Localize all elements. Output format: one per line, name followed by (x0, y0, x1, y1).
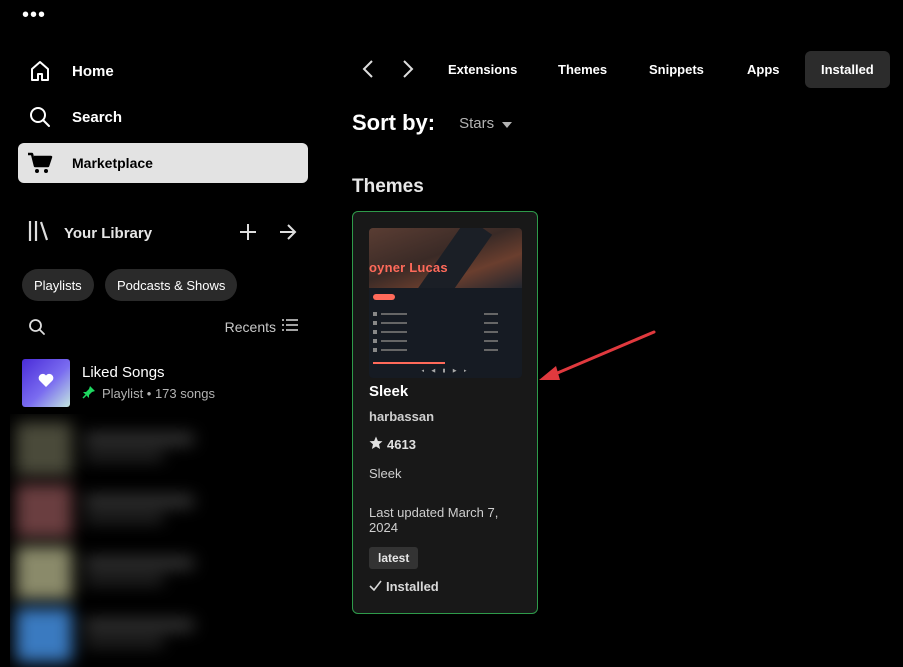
marketplace-topbar: Extensions Themes Snippets Apps Installe… (352, 51, 897, 88)
check-icon (369, 579, 382, 594)
liked-songs-meta: Playlist • 173 songs (102, 386, 215, 401)
your-library-header[interactable]: Your Library (26, 216, 306, 250)
theme-installed-status: Installed (369, 579, 439, 594)
your-library-label: Your Library (64, 224, 153, 242)
installed-label: Installed (386, 579, 439, 594)
tab-installed[interactable]: Installed (805, 51, 890, 88)
theme-stars: 4613 (369, 436, 416, 453)
tab-apps[interactable]: Apps (731, 51, 796, 88)
home-icon (18, 59, 62, 83)
tab-themes[interactable]: Themes (542, 51, 623, 88)
library-search-icon[interactable] (28, 318, 46, 341)
theme-description: Sleek (369, 466, 402, 481)
sidebar: Home Search Marketplace Your Library Pla… (0, 0, 326, 667)
sort-control: Sort by: Stars (352, 110, 513, 136)
nav-home[interactable]: Home (18, 51, 308, 91)
liked-songs-art (22, 359, 70, 407)
cart-icon (18, 151, 62, 175)
filter-playlists[interactable]: Playlists (22, 269, 94, 301)
theme-thumbnail: oyner Lucas ◂ ◀ ▮ ▶ ▸ (369, 228, 522, 378)
list-item[interactable] (10, 418, 220, 480)
theme-author: harbassan (369, 409, 435, 424)
nav-search[interactable]: Search (18, 97, 308, 137)
nav-marketplace-label: Marketplace (72, 155, 153, 171)
sort-value: Stars (459, 114, 495, 132)
arrow-right-icon[interactable] (278, 222, 298, 247)
star-icon (369, 436, 383, 453)
liked-songs-title: Liked Songs (82, 364, 165, 381)
sort-dropdown[interactable]: Stars (459, 114, 513, 132)
search-icon (18, 105, 62, 129)
sort-label: Sort by: (352, 110, 436, 135)
pin-icon (82, 385, 96, 402)
forward-chevron-icon[interactable] (398, 59, 418, 79)
plus-icon[interactable] (238, 222, 258, 247)
blurred-library-items (10, 414, 220, 667)
theme-last-updated: Last updated March 7, 2024 (369, 505, 499, 535)
liked-songs-item[interactable]: Liked Songs Playlist • 173 songs (22, 359, 215, 407)
filter-podcasts-shows[interactable]: Podcasts & Shows (105, 269, 238, 301)
theme-stars-count: 4613 (387, 437, 416, 452)
list-item[interactable] (10, 604, 220, 666)
heart-icon (38, 373, 54, 393)
caret-down-icon (502, 115, 513, 132)
section-title: Themes (352, 176, 424, 197)
theme-card[interactable]: oyner Lucas ◂ ◀ ▮ ▶ ▸ Sleek harbassan 46… (352, 211, 538, 614)
thumbnail-artist-name: oyner Lucas (369, 260, 448, 275)
nav-search-label: Search (72, 108, 123, 126)
liked-songs-subtitle: Playlist • 173 songs (82, 385, 215, 402)
nav-marketplace[interactable]: Marketplace (18, 143, 308, 183)
tab-snippets[interactable]: Snippets (633, 51, 720, 88)
list-icon (282, 318, 298, 335)
back-chevron-icon[interactable] (358, 59, 378, 79)
recents-label: Recents (224, 318, 276, 335)
list-item[interactable] (10, 542, 220, 604)
library-tools: Recents (28, 316, 298, 338)
theme-tag: latest (369, 547, 419, 569)
library-icon (26, 219, 52, 248)
nav-home-label: Home (72, 62, 114, 80)
tab-extensions[interactable]: Extensions (432, 51, 533, 88)
annotation-arrow-icon (536, 328, 660, 389)
list-item[interactable] (10, 480, 220, 542)
theme-title: Sleek (369, 383, 409, 400)
recents-sort[interactable]: Recents (225, 318, 298, 335)
